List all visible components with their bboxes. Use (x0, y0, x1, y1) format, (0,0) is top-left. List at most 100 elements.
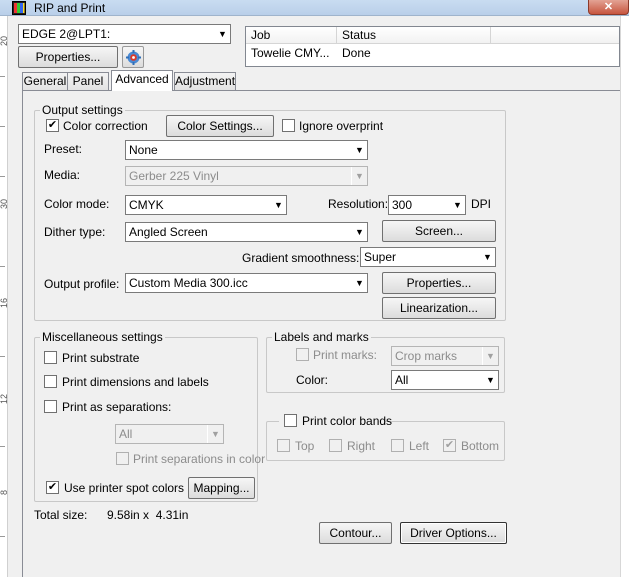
linearization-button[interactable]: Linearization... (382, 297, 496, 319)
color-mode-label: Color mode: (44, 197, 110, 211)
color-mode-value: CMYK (129, 198, 164, 212)
dither-type-select[interactable]: Angled Screen ▼ (125, 222, 368, 242)
chevron-down-icon: ▼ (351, 167, 367, 185)
resolution-select[interactable]: 300 ▼ (388, 195, 466, 215)
output-profile-label: Output profile: (44, 277, 120, 291)
media-label: Media: (44, 168, 81, 182)
printer-properties-button[interactable]: Properties... (18, 46, 118, 68)
output-profile-value: Custom Media 300.icc (129, 276, 248, 290)
job-status: Done (342, 46, 371, 60)
print-dimensions-checkbox[interactable] (44, 375, 57, 388)
app-icon (12, 1, 26, 15)
chevron-down-icon: ▼ (482, 371, 498, 389)
chevron-down-icon: ▼ (351, 223, 367, 241)
ruler-number: 8 (0, 490, 9, 496)
band-top-label: Top (295, 439, 315, 453)
gradient-smoothness-value: Super (364, 250, 397, 264)
misc-settings-title: Miscellaneous settings (40, 330, 165, 344)
color-correction-label: Color correction (63, 119, 148, 133)
print-substrate-label: Print substrate (62, 351, 140, 365)
ignore-overprint-label: Ignore overprint (299, 119, 384, 133)
dither-type-value: Angled Screen (129, 225, 208, 239)
media-select[interactable]: Gerber 225 Vinyl ▼ (125, 166, 368, 186)
output-settings-title: Output settings (40, 103, 125, 117)
print-color-bands-checkbox[interactable] (284, 414, 297, 427)
separations-select[interactable]: All ▼ (115, 424, 224, 444)
use-printer-spot-colors-checkbox[interactable]: ✔ (46, 481, 59, 494)
color-settings-button[interactable]: Color Settings... (166, 115, 274, 137)
mapping-button[interactable]: Mapping... (188, 477, 255, 499)
chevron-down-icon: ▼ (351, 274, 367, 292)
column-header-job[interactable]: Job (246, 27, 337, 44)
marks-color-label: Color: (296, 373, 329, 387)
print-substrate-checkbox[interactable] (44, 351, 57, 364)
chevron-down-icon: ▼ (207, 425, 223, 443)
resolution-label: Resolution: (328, 197, 389, 211)
tab-panel[interactable]: Panel (67, 72, 109, 90)
tab-general[interactable]: General (22, 72, 68, 90)
total-size-label: Total size: (34, 508, 88, 522)
print-color-bands-label: Print color bands (302, 414, 393, 428)
resolution-unit: DPI (471, 197, 492, 211)
chevron-down-icon: ▼ (482, 347, 498, 365)
chevron-down-icon: ▼ (479, 248, 495, 266)
tab-adjustment[interactable]: Adjustment (174, 72, 236, 90)
driver-options-button[interactable]: Driver Options... (400, 522, 507, 544)
total-size-value: 9.58in x 4.31in (107, 508, 189, 522)
chevron-down-icon: ▼ (351, 141, 367, 159)
profile-properties-button[interactable]: Properties... (382, 272, 496, 294)
preset-value: None (129, 143, 158, 157)
marks-color-select[interactable]: All ▼ (391, 370, 499, 390)
ignore-overprint-checkbox[interactable] (282, 119, 295, 132)
print-marks-checkbox[interactable] (296, 348, 309, 361)
window-edge (620, 16, 629, 577)
band-left-label: Left (409, 439, 430, 453)
resolution-value: 300 (392, 198, 413, 212)
job-list[interactable]: Job Status Towelie CMY... Done (245, 26, 620, 67)
gear-icon (126, 50, 141, 65)
window-title: RIP and Print (34, 1, 106, 15)
band-left-checkbox[interactable] (391, 439, 404, 452)
column-header-status[interactable]: Status (337, 27, 491, 44)
band-right-label: Right (347, 439, 376, 453)
marks-color-value: All (395, 373, 409, 387)
dither-type-label: Dither type: (44, 225, 106, 239)
ruler-number: 16 (0, 298, 9, 309)
preset-label: Preset: (44, 142, 83, 156)
band-bottom-checkbox[interactable]: ✔ (443, 439, 456, 452)
output-profile-select[interactable]: Custom Media 300.icc ▼ (125, 273, 368, 293)
labels-marks-title: Labels and marks (272, 330, 371, 344)
tab-advanced[interactable]: Advanced (111, 70, 173, 91)
marks-select[interactable]: Crop marks ▼ (391, 346, 499, 366)
close-button[interactable]: ✕ (588, 0, 629, 15)
chevron-down-icon: ▼ (270, 196, 286, 214)
printer-settings-button[interactable] (122, 46, 144, 68)
print-as-separations-checkbox[interactable] (44, 400, 57, 413)
marks-value: Crop marks (395, 349, 458, 363)
ruler-number: 30 (0, 199, 9, 210)
print-separations-in-color-label: Print separations in color (133, 452, 266, 466)
separations-value: All (119, 427, 133, 441)
ruler-number: 12 (0, 394, 9, 405)
printer-select[interactable]: EDGE 2@LPT1: ▼ (18, 24, 231, 44)
print-dimensions-label: Print dimensions and labels (62, 375, 209, 389)
use-printer-spot-colors-label: Use printer spot colors (64, 481, 185, 495)
band-right-checkbox[interactable] (329, 439, 342, 452)
band-top-checkbox[interactable] (277, 439, 290, 452)
print-separations-in-color-checkbox[interactable] (116, 452, 129, 465)
ruler-strip: 20 30 16 12 8 (0, 16, 9, 577)
ruler-number: 20 (0, 36, 9, 47)
printer-select-value: EDGE 2@LPT1: (22, 27, 111, 41)
preset-select[interactable]: None ▼ (125, 140, 368, 160)
color-mode-select[interactable]: CMYK ▼ (125, 195, 287, 215)
table-row[interactable]: Towelie CMY... Done (246, 45, 619, 63)
color-correction-checkbox[interactable]: ✔ (46, 119, 59, 132)
job-name: Towelie CMY... (251, 46, 330, 60)
gradient-smoothness-select[interactable]: Super ▼ (360, 247, 496, 267)
print-as-separations-label: Print as separations: (62, 400, 172, 414)
title-bar: RIP and Print ✕ (0, 0, 629, 16)
contour-button[interactable]: Contour... (319, 522, 392, 544)
chevron-down-icon: ▼ (214, 25, 230, 43)
gradient-smoothness-label: Gradient smoothness: (242, 251, 360, 265)
screen-button[interactable]: Screen... (382, 220, 496, 242)
